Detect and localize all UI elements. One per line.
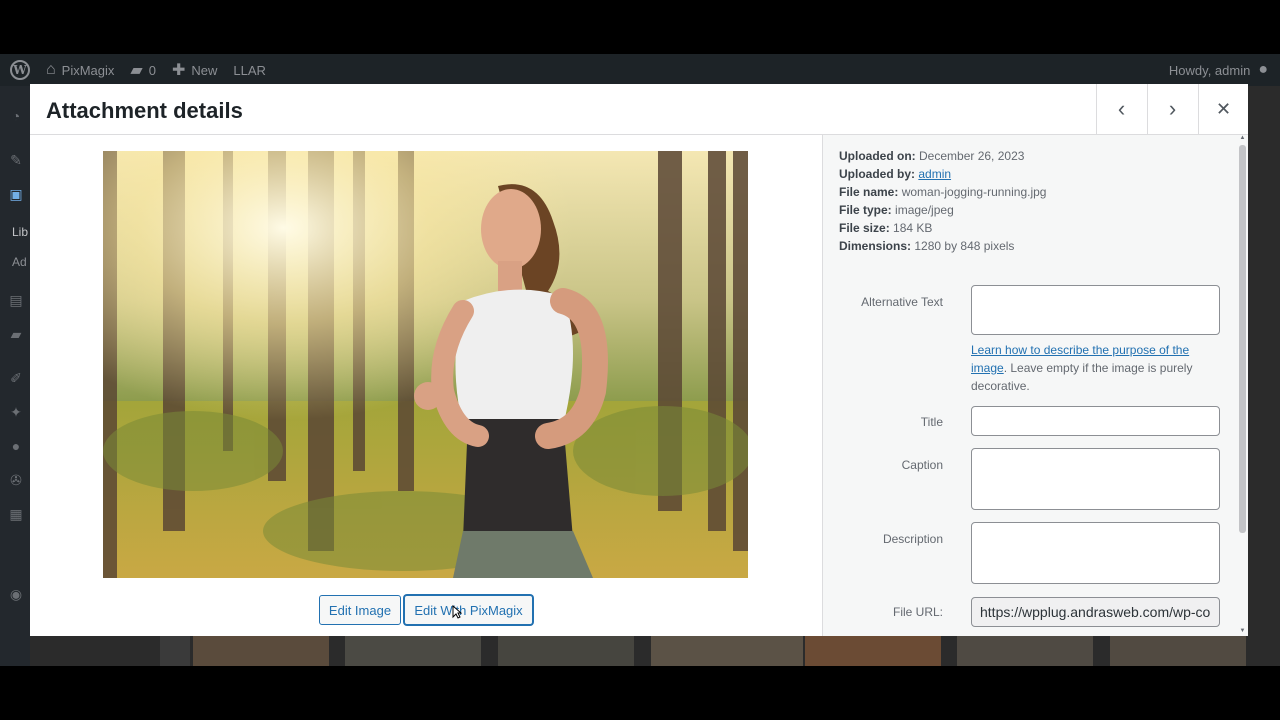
posts-icon[interactable]: ✎ (8, 152, 24, 168)
modal-header: Attachment details ‹ › ✕ (30, 84, 1248, 135)
admin-bar: W ⌂ PixMagix ▰ 0 ✚ New LLAR Howdy, admin… (0, 54, 1280, 86)
file-url-label: File URL: (892, 605, 943, 619)
close-icon: ✕ (1215, 98, 1232, 119)
close-button[interactable]: ✕ (1198, 84, 1248, 134)
mouse-cursor-icon (452, 605, 462, 619)
dashboard-icon[interactable]: ◔ (8, 108, 24, 124)
wordpress-icon: W (10, 60, 30, 80)
attachment-info-panel: Uploaded on: December 26, 2023 Uploaded … (822, 135, 1248, 636)
file-url-field[interactable]: https://wpplug.andrasweb.com/wp-co (971, 597, 1220, 627)
attachment-details-modal: Attachment details ‹ › ✕ Edit Image Edit… (30, 84, 1248, 636)
grid-thumb (498, 636, 634, 666)
admin-sidebar: ◔ ✎ ▣ Lib Ad ▤ ▰ ✐ ✦ ● ✇ ▦ ◉ (0, 86, 30, 666)
alt-text-field[interactable] (971, 285, 1220, 335)
uploaded-by-link[interactable]: admin (918, 167, 951, 181)
grid-thumb (805, 636, 941, 666)
appearance-icon[interactable]: ✐ (8, 370, 24, 386)
uploaded-by-row: Uploaded by: admin (839, 167, 952, 181)
grid-thumb (345, 636, 481, 666)
details-scrollbar[interactable] (1239, 145, 1246, 533)
grid-thumb (160, 636, 190, 666)
scroll-down-arrow-icon[interactable]: ▼ (1239, 628, 1246, 634)
attachment-image (103, 151, 748, 578)
users-icon[interactable]: ● (8, 438, 24, 454)
wp-logo-menu[interactable]: W (0, 54, 38, 86)
description-label: Description (882, 532, 943, 546)
llar-menu[interactable]: LLAR (225, 54, 274, 86)
plugins-icon[interactable]: ✦ (8, 404, 24, 420)
comment-icon: ▰ (130, 62, 143, 79)
settings-icon[interactable]: ▦ (8, 506, 24, 522)
file-name-row: File name: woman-jogging-running.jpg (839, 185, 1047, 199)
comments-count: 0 (148, 62, 156, 78)
edit-with-pixmagix-button[interactable]: Edit With PixMagix (404, 595, 533, 625)
media-icon[interactable]: ▣ (8, 186, 24, 202)
tools-icon[interactable]: ✇ (8, 472, 24, 488)
alt-text-help: Learn how to describe the purpose of the… (971, 343, 1193, 393)
comments-icon[interactable]: ▰ (8, 326, 24, 342)
media-preview-pane: Edit Image Edit With PixMagix (30, 135, 822, 636)
new-label: New (191, 62, 218, 78)
greeting: Howdy, admin (1168, 62, 1251, 78)
site-name-menu[interactable]: ⌂ PixMagix (38, 54, 122, 86)
dimensions-row: Dimensions: 1280 by 848 pixels (839, 239, 1015, 253)
alt-text-label: Alternative Text (861, 295, 943, 309)
collapse-icon[interactable]: ◉ (8, 586, 24, 602)
grid-thumb (1110, 636, 1246, 666)
caption-label: Caption (901, 458, 943, 472)
comments-menu[interactable]: ▰ 0 (122, 54, 164, 86)
wp-admin-screen: W ⌂ PixMagix ▰ 0 ✚ New LLAR Howdy, admin… (0, 54, 1280, 666)
grid-thumb (957, 636, 1093, 666)
scroll-up-arrow-icon[interactable]: ▲ (1239, 135, 1246, 141)
file-details: Uploaded on: December 26, 2023 Uploaded … (839, 147, 1046, 255)
plus-icon: ✚ (171, 62, 186, 79)
grid-thumb (193, 636, 329, 666)
sidebar-add-label[interactable]: Ad (12, 255, 27, 269)
pages-icon[interactable]: ▤ (8, 292, 24, 308)
site-name: PixMagix (61, 62, 115, 78)
user-avatar-icon: ● (1258, 61, 1268, 78)
caption-field[interactable] (971, 448, 1220, 510)
file-type-row: File type: image/jpeg (839, 203, 954, 217)
chevron-right-icon: › (1168, 96, 1177, 121)
title-field[interactable] (971, 406, 1220, 436)
uploaded-on-row: Uploaded on: December 26, 2023 (839, 149, 1025, 163)
next-button[interactable]: › (1147, 84, 1197, 134)
edit-image-button[interactable]: Edit Image (319, 595, 401, 625)
description-field[interactable] (971, 522, 1220, 584)
my-account-menu[interactable]: Howdy, admin ● (1161, 54, 1280, 86)
previous-button[interactable]: ‹ (1096, 84, 1146, 134)
home-icon: ⌂ (46, 61, 56, 78)
sidebar-library-label[interactable]: Lib (12, 225, 28, 239)
chevron-left-icon: ‹ (1117, 96, 1126, 121)
jogging-woman-photo (103, 151, 748, 578)
file-size-row: File size: 184 KB (839, 221, 933, 235)
title-label: Title (920, 415, 943, 429)
grid-thumb (651, 636, 803, 666)
new-content-menu[interactable]: ✚ New (164, 54, 225, 86)
llar-label: LLAR (233, 62, 266, 78)
modal-title: Attachment details (46, 98, 243, 123)
